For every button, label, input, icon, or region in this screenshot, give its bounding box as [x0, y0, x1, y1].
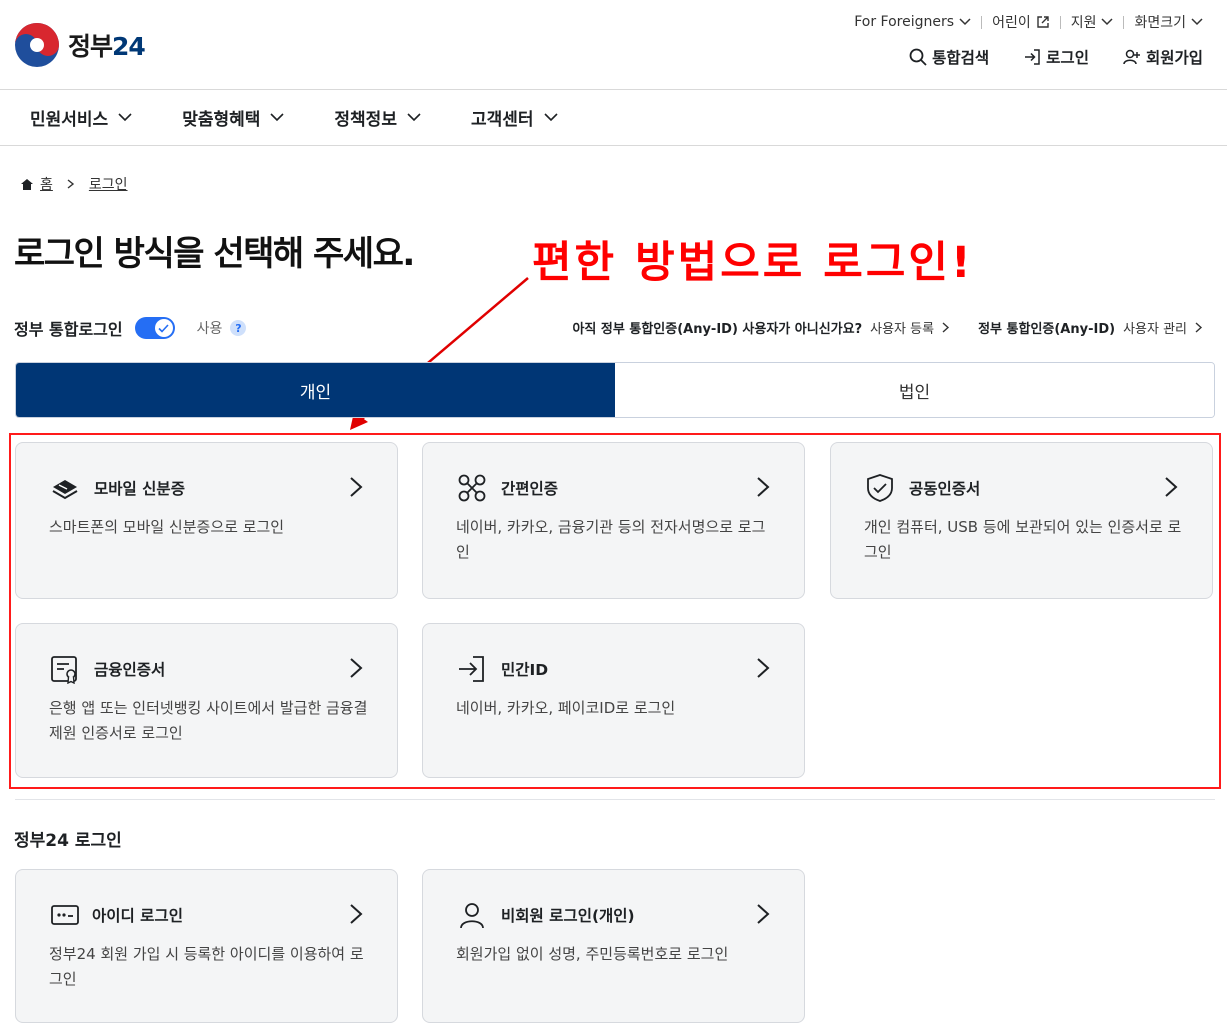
breadcrumb-home[interactable]: 홈	[40, 174, 53, 194]
nav-item-support[interactable]: 고객센터	[471, 105, 558, 130]
login-icon	[1025, 49, 1040, 65]
tab-personal[interactable]: 개인	[16, 363, 615, 417]
header-divider	[0, 89, 1227, 90]
card-description: 네이버, 카카오, 금융기관 등의 전자서명으로 로그인	[456, 518, 766, 561]
signup-link[interactable]: 회원가입	[1123, 46, 1203, 68]
help-icon[interactable]: ?	[230, 320, 247, 336]
unified-login-toggle[interactable]	[134, 317, 175, 339]
card-title: 공동인증서	[909, 480, 981, 498]
chevron-right-icon	[67, 179, 75, 189]
card-description: 네이버, 카카오, 페이코ID로 로그인	[456, 699, 676, 717]
card-id-login[interactable]: 아이디 로그인 정부24 회원 가입 시 등록한 아이디를 이용하여 로그인	[15, 869, 398, 1023]
main-nav: 민원서비스 맞춤형혜택 정책정보 고객센터	[30, 100, 608, 134]
card-title: 민간ID	[501, 661, 549, 679]
chevron-right-icon	[757, 658, 770, 678]
gov24-section-title: 정부24 로그인	[14, 831, 122, 851]
anyid-manage-group: 정부 통합인증(Any-ID) 사용자 관리	[978, 318, 1203, 337]
search-icon	[909, 48, 927, 66]
home-icon	[21, 178, 33, 190]
utility-support[interactable]: 지원	[1061, 12, 1124, 32]
card-description: 정부24 회원 가입 시 등록한 아이디를 이용하여 로그인	[49, 945, 364, 988]
chevron-down-icon	[1191, 18, 1203, 26]
chevron-down-icon	[407, 112, 421, 121]
chevron-down-icon	[118, 112, 132, 121]
page-title: 로그인 방식을 선택해 주세요.	[14, 234, 415, 274]
utility-foreigners[interactable]: For Foreigners	[844, 14, 981, 30]
utility-kids[interactable]: 어린이	[982, 12, 1060, 32]
chevron-down-icon	[959, 18, 971, 26]
card-title: 모바일 신분증	[94, 480, 185, 498]
chevron-right-icon	[1165, 477, 1178, 497]
login-arrow-icon	[459, 656, 484, 682]
card-description: 회원가입 없이 성명, 주민등록번호로 로그인	[456, 945, 729, 963]
anyid-label: 정부 통합인증(Any-ID)	[978, 322, 1116, 337]
chevron-right-icon	[1195, 322, 1203, 333]
shield-check-icon	[867, 474, 893, 502]
unified-login-label: 정부 통합로그인	[14, 320, 123, 339]
card-private-id[interactable]: 민간ID 네이버, 카카오, 페이코ID로 로그인	[422, 623, 805, 778]
anyid-register-link[interactable]: 사용자 등록	[870, 318, 934, 337]
card-description: 은행 앱 또는 인터넷뱅킹 사이트에서 발급한 금융결제원 인증서로 로그인	[49, 699, 368, 742]
chevron-down-icon	[1101, 18, 1113, 26]
chevron-right-icon	[350, 658, 363, 678]
use-label: 사용	[196, 321, 223, 337]
card-mobile-id[interactable]: 모바일 신분증 스마트폰의 모바일 신분증으로 로그인	[15, 442, 398, 599]
certificate-icon	[51, 656, 77, 684]
chevron-right-icon	[757, 904, 770, 924]
taegeuk-logo-icon	[15, 23, 59, 67]
check-icon	[158, 323, 169, 333]
user-plus-icon	[1123, 49, 1140, 65]
nav-item-benefits[interactable]: 맞춤형혜택	[182, 105, 284, 130]
tab-corporate[interactable]: 법인	[615, 363, 1214, 417]
card-financial-certificate[interactable]: 금융인증서 은행 앱 또는 인터넷뱅킹 사이트에서 발급한 금융결제원 인증서로…	[15, 623, 398, 778]
login-link[interactable]: 로그인	[1023, 46, 1089, 68]
chevron-right-icon	[757, 477, 770, 497]
chevron-right-icon	[350, 904, 363, 924]
anyid-links: 아직 정부 통합인증(Any-ID) 사용자가 아니신가요? 사용자 등록 정부…	[572, 318, 1203, 337]
chevron-down-icon	[543, 112, 558, 121]
unified-login-row: 정부 통합로그인 사용 ?	[14, 314, 247, 342]
card-simple-auth[interactable]: 간편인증 네이버, 카카오, 금융기관 등의 전자서명으로 로그인	[422, 442, 805, 599]
nav-divider	[0, 145, 1227, 146]
breadcrumb: 홈 로그인	[20, 174, 128, 194]
annotation-callout: 편한 방법으로 로그인!	[532, 238, 974, 288]
anyid-question: 아직 정부 통합인증(Any-ID) 사용자가 아니신가요?	[572, 322, 863, 337]
mobile-id-icon	[52, 480, 78, 500]
simple-auth-icon	[458, 474, 486, 502]
toggle-knob	[154, 319, 173, 337]
nav-item-policy[interactable]: 정책정보	[334, 105, 421, 130]
card-title: 비회원 로그인(개인)	[501, 907, 635, 925]
login-type-tabs: 개인 법인	[15, 362, 1215, 418]
card-title: 아이디 로그인	[92, 907, 183, 925]
external-link-icon	[1037, 16, 1049, 28]
id-card-icon	[51, 905, 79, 925]
nav-item-civil[interactable]: 민원서비스	[30, 105, 132, 130]
anyid-register-group: 아직 정부 통합인증(Any-ID) 사용자가 아니신가요? 사용자 등록	[572, 318, 950, 337]
card-title: 금융인증서	[94, 661, 166, 679]
card-description: 스마트폰의 모바일 신분증으로 로그인	[49, 518, 285, 536]
breadcrumb-current[interactable]: 로그인	[89, 174, 128, 194]
site-logo[interactable]: 정부24	[14, 22, 164, 68]
chevron-down-icon	[270, 112, 284, 121]
card-title: 간편인증	[501, 480, 559, 498]
chevron-right-icon	[942, 322, 950, 333]
card-guest-login[interactable]: 비회원 로그인(개인) 회원가입 없이 성명, 주민등록번호로 로그인	[422, 869, 805, 1023]
search-link[interactable]: 통합검색	[909, 46, 989, 68]
logo-text: 정부24	[68, 32, 146, 61]
utility-menu: For Foreigners 어린이 지원 화면크기	[844, 12, 1213, 32]
anyid-manage-link[interactable]: 사용자 관리	[1123, 318, 1187, 337]
utility-font-size[interactable]: 화면크기	[1124, 12, 1213, 32]
person-icon	[460, 903, 484, 929]
header-main-links: 통합검색 로그인 회원가입	[909, 46, 1203, 68]
card-joint-certificate[interactable]: 공동인증서 개인 컴퓨터, USB 등에 보관되어 있는 인증서로 로그인	[830, 442, 1213, 599]
chevron-right-icon	[350, 477, 363, 497]
card-description: 개인 컴퓨터, USB 등에 보관되어 있는 인증서로 로그인	[864, 518, 1182, 561]
section-divider	[15, 799, 1215, 800]
